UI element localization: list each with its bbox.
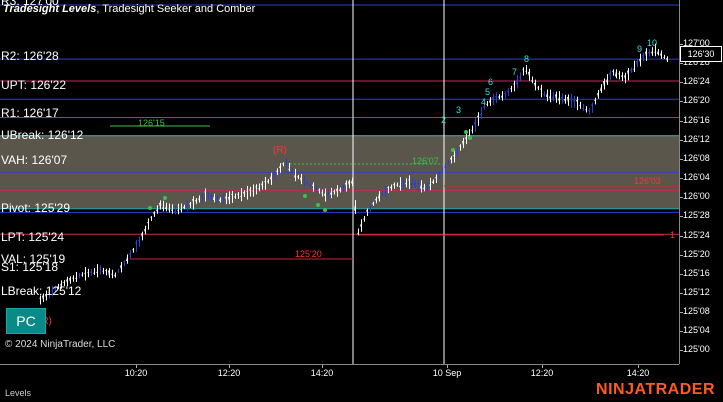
sequence-number: 2 bbox=[441, 115, 447, 125]
price-tick-label: 126'16 bbox=[683, 114, 710, 125]
sequence-number: 7 bbox=[512, 67, 518, 77]
bar-tick bbox=[204, 191, 206, 193]
bar-tick bbox=[333, 190, 335, 193]
level-label-r3: R3: 127'00 bbox=[1, 0, 59, 8]
bar-tick bbox=[39, 297, 41, 300]
bar-tick bbox=[273, 173, 275, 176]
signal-dot bbox=[303, 194, 307, 198]
price-tick-label: 126'24 bbox=[683, 76, 710, 87]
bar-tick bbox=[570, 96, 572, 99]
bar-tick bbox=[198, 198, 200, 200]
price-tick-label: 126'12 bbox=[683, 133, 710, 144]
bar-tick bbox=[633, 68, 635, 70]
sequence-number: 3 bbox=[456, 105, 462, 115]
sequence-number: 10 bbox=[647, 38, 658, 48]
bar-tick bbox=[258, 188, 260, 190]
reversal-marker: (R) bbox=[273, 145, 287, 156]
bar-tick bbox=[111, 273, 113, 275]
signal-dot bbox=[451, 148, 455, 152]
sequence-number: 8 bbox=[524, 54, 530, 64]
level-label-lbreak: LBreak: 125'12 bbox=[1, 284, 82, 298]
tab-levels[interactable]: Levels bbox=[5, 388, 31, 398]
bar-tick bbox=[357, 232, 359, 235]
bar-tick bbox=[63, 281, 65, 284]
price-tick-label: 125'08 bbox=[683, 306, 710, 317]
bar-tick bbox=[207, 195, 209, 197]
bar-tick bbox=[372, 202, 374, 205]
annotation-green: 126'07 bbox=[412, 156, 439, 166]
copyright-text: © 2024 NinjaTrader, LLC bbox=[5, 339, 116, 350]
level-label-r2: R2: 126'28 bbox=[1, 49, 59, 63]
sequence-number: 9 bbox=[637, 44, 643, 54]
bar-tick bbox=[237, 193, 239, 196]
price-tick-label: 125'00 bbox=[683, 344, 710, 355]
time-tick-label: 12:20 bbox=[217, 368, 241, 378]
sequence-number: 6 bbox=[488, 77, 494, 87]
bar-tick bbox=[441, 169, 443, 172]
bar-tick bbox=[240, 195, 242, 198]
time-tick-label: 10 Sep bbox=[432, 368, 462, 378]
pc-button[interactable]: PC bbox=[6, 308, 46, 334]
price-tick-label: 125'20 bbox=[683, 248, 710, 259]
time-tick-label: 14:20 bbox=[626, 368, 650, 378]
bar-tick bbox=[537, 87, 539, 89]
level-label-vah: VAH: 126'07 bbox=[1, 153, 68, 167]
price-tick-label: 126'00 bbox=[683, 191, 710, 202]
bar-tick bbox=[315, 187, 317, 189]
bar-tick bbox=[201, 195, 203, 197]
level-label-s1: S1: 125'18 bbox=[1, 260, 59, 274]
price-tick-label: 126'08 bbox=[683, 152, 710, 163]
price-tick-label: 126'04 bbox=[683, 172, 710, 183]
level-label-pivot: Pivot: 125'29 bbox=[1, 201, 71, 215]
time-tick-label: 14:20 bbox=[310, 368, 334, 378]
annotation-red: 1 bbox=[670, 230, 676, 240]
price-tick-label: 125'24 bbox=[683, 229, 710, 240]
price-tick-label: 125'28 bbox=[683, 210, 710, 221]
sequence-number: 4 bbox=[481, 97, 487, 107]
bar-tick bbox=[180, 208, 182, 211]
current-price-badge: 126'30 bbox=[680, 46, 722, 62]
price-tick-label: 126'20 bbox=[683, 95, 710, 106]
level-label-upt: UPT: 126'22 bbox=[1, 78, 66, 92]
time-axis[interactable]: 10:20 12:20 14:20 10 Sep 12:20 14:20 bbox=[0, 364, 679, 381]
signal-dot bbox=[468, 136, 472, 140]
time-tick-label: 12:20 bbox=[530, 368, 554, 378]
bottom-bar: Levels NINJATRADER bbox=[0, 380, 723, 402]
bar-tick bbox=[75, 277, 77, 279]
bar-tick bbox=[429, 184, 431, 186]
bar-tick bbox=[585, 109, 587, 111]
price-tick-label: 125'16 bbox=[683, 267, 710, 278]
bar-tick bbox=[168, 209, 170, 211]
signal-dot bbox=[323, 208, 327, 212]
chart-area[interactable]: Tradesight Levels, Tradesight Seeker and… bbox=[0, 0, 679, 364]
level-label-ubreak: UBreak: 126'12 bbox=[1, 128, 84, 142]
time-tick-label: 10:20 bbox=[124, 368, 148, 378]
level-label-lpt: LPT: 125'24 bbox=[1, 230, 65, 244]
signal-dot bbox=[163, 196, 167, 200]
annotation-red: 126'03 bbox=[634, 176, 661, 186]
bar-tick bbox=[612, 70, 614, 73]
price-chart[interactable] bbox=[0, 0, 679, 364]
indicator-subtitle: , Tradesight Seeker and Comber bbox=[96, 3, 256, 15]
bar-tick bbox=[222, 197, 224, 199]
bar-tick bbox=[147, 222, 149, 224]
signal-dot bbox=[316, 203, 320, 207]
price-tick-label: 125'12 bbox=[683, 286, 710, 297]
signal-dot bbox=[148, 206, 152, 210]
bar-tick bbox=[318, 189, 320, 192]
annotation-green: 126'15 bbox=[138, 118, 165, 128]
bar-tick bbox=[453, 155, 455, 157]
price-tick-label: 125'04 bbox=[683, 325, 710, 336]
bar-tick bbox=[231, 193, 233, 196]
annotation-red: 125'20 bbox=[295, 249, 322, 259]
bar-tick bbox=[96, 271, 98, 274]
bar-tick bbox=[72, 277, 74, 279]
bar-tick bbox=[306, 181, 308, 184]
ninjatrader-logo: NINJATRADER bbox=[596, 381, 715, 398]
level-label-r1: R1: 126'17 bbox=[1, 106, 59, 120]
sequence-number: 5 bbox=[485, 87, 491, 97]
signal-dot bbox=[464, 130, 468, 134]
bar-tick bbox=[291, 171, 293, 174]
